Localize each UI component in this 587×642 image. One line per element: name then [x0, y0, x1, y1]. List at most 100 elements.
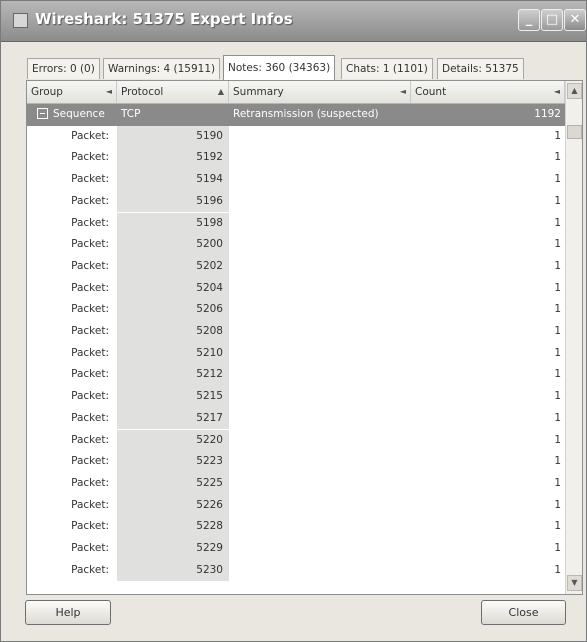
summary-cell — [229, 343, 411, 365]
table-row[interactable]: Packet: 5200 1 — [27, 234, 565, 256]
scroll-up-icon[interactable]: ▲ — [567, 83, 582, 99]
column-header-group[interactable]: Group ◄ — [27, 81, 117, 103]
summary-cell — [229, 256, 411, 278]
packet-label-cell: Packet: — [71, 194, 109, 207]
table-row[interactable]: Packet: 5198 1 — [27, 212, 565, 235]
table-row[interactable]: Packet: 5208 1 — [27, 321, 565, 343]
table-row[interactable]: Packet: 5225 1 — [27, 472, 565, 495]
summary-cell — [229, 364, 411, 386]
count-cell: 1 — [554, 303, 561, 316]
tab-notes[interactable]: Notes: 360 (34363) — [223, 55, 336, 80]
table-row[interactable]: Packet: 5220 1 — [27, 429, 565, 452]
table-row[interactable]: Packet: 5217 1 — [27, 407, 565, 430]
count-cell: 1 — [554, 216, 561, 229]
table-row[interactable]: Packet: 5202 1 — [27, 255, 565, 278]
tab-errors[interactable]: Errors: 0 (0) — [27, 58, 100, 79]
summary-cell — [229, 147, 411, 169]
packet-label-cell: Packet: — [71, 390, 109, 403]
count-cell: 1 — [554, 151, 561, 164]
packet-number-cell: 5226 — [117, 494, 229, 517]
summary-cell — [229, 451, 411, 473]
packet-label-cell: Packet: — [71, 520, 109, 533]
packet-number-cell: 5225 — [117, 472, 229, 495]
count-cell: 1 — [554, 411, 561, 424]
packet-label-cell: Packet: — [71, 281, 109, 294]
app-icon — [13, 13, 28, 28]
table-row[interactable]: Packet: 5223 1 — [27, 451, 565, 473]
packet-label-cell: Packet: — [71, 303, 109, 316]
count-cell: 1192 — [534, 108, 561, 120]
summary-cell — [229, 191, 411, 213]
packet-number-cell: 5206 — [117, 299, 229, 321]
packet-number-cell: 5200 — [117, 234, 229, 256]
minimize-button[interactable]: _ — [518, 9, 540, 31]
packet-label-cell: Packet: — [71, 563, 109, 576]
protocol-cell: TCP — [121, 108, 141, 120]
packet-number-cell: 5204 — [117, 277, 229, 300]
table-row[interactable]: Packet: 5194 1 — [27, 169, 565, 191]
count-cell: 1 — [554, 368, 561, 381]
packet-label-cell: Packet: — [71, 476, 109, 489]
packet-label-cell: Packet: — [71, 542, 109, 554]
table-row[interactable]: Packet: 5210 1 — [27, 342, 565, 365]
tab-details[interactable]: Details: 51375 — [437, 58, 524, 79]
count-cell: 1 — [554, 455, 561, 468]
table-row[interactable]: Packet: 5230 1 — [27, 559, 565, 582]
maximize-button[interactable]: □ — [541, 9, 563, 31]
table-row[interactable]: Packet: 5226 1 — [27, 494, 565, 517]
table-row[interactable]: Packet: 5204 1 — [27, 277, 565, 300]
count-cell: 1 — [554, 542, 561, 554]
table-row[interactable]: Packet: 5215 1 — [27, 386, 565, 408]
table-row[interactable]: Packet: 5212 1 — [27, 364, 565, 387]
summary-cell — [229, 126, 411, 148]
summary-cell: Retransmission (suspected) — [233, 108, 379, 120]
table-row[interactable]: Packet: 5206 1 — [27, 299, 565, 321]
table-row[interactable]: Packet: 5192 1 — [27, 147, 565, 170]
count-cell: 1 — [554, 390, 561, 403]
summary-cell — [229, 386, 411, 408]
count-cell: 1 — [554, 433, 561, 446]
summary-cell — [229, 538, 411, 560]
count-cell: 1 — [554, 259, 561, 272]
tab-chats[interactable]: Chats: 1 (1101) — [341, 58, 433, 79]
packet-number-cell: 5190 — [117, 125, 229, 148]
summary-cell — [229, 234, 411, 256]
packet-number-cell: 5217 — [117, 407, 229, 430]
packet-label-cell: Packet: — [71, 173, 109, 186]
count-cell: 1 — [554, 325, 561, 337]
table-body: Sequence TCP Retransmission (suspected) … — [27, 104, 565, 594]
packet-label-cell: Packet: — [71, 216, 109, 229]
count-cell: 1 — [554, 563, 561, 576]
packet-label-cell: Packet: — [71, 259, 109, 272]
vertical-scrollbar[interactable]: ▲ ▼ — [565, 81, 582, 594]
packet-number-cell: 5210 — [117, 342, 229, 365]
column-header-summary[interactable]: Summary ◄ — [229, 81, 411, 103]
column-header-count[interactable]: Count ◄ — [411, 81, 565, 103]
column-header-protocol[interactable]: Protocol ▲ — [117, 81, 229, 103]
packet-number-cell: 5228 — [117, 516, 229, 538]
summary-cell — [229, 321, 411, 343]
close-window-button[interactable]: ✕ — [564, 9, 586, 31]
table-row[interactable]: Packet: 5196 1 — [27, 190, 565, 213]
scroll-down-icon[interactable]: ▼ — [567, 575, 582, 591]
packet-number-cell: 5229 — [117, 538, 229, 560]
table-row-sequence[interactable]: Sequence TCP Retransmission (suspected) … — [27, 104, 565, 126]
packet-label-cell: Packet: — [71, 411, 109, 424]
count-cell: 1 — [554, 520, 561, 533]
collapse-icon[interactable] — [37, 107, 48, 119]
table-row[interactable]: Packet: 5229 1 — [27, 538, 565, 560]
close-button[interactable]: Close — [481, 600, 566, 625]
summary-cell — [229, 278, 411, 300]
count-cell: 1 — [554, 346, 561, 359]
table-row[interactable]: Packet: 5228 1 — [27, 516, 565, 538]
table-row[interactable]: Packet: 5190 1 — [27, 125, 565, 148]
tab-warnings[interactable]: Warnings: 4 (15911) — [103, 58, 221, 79]
scroll-thumb[interactable] — [567, 125, 582, 139]
summary-cell — [229, 430, 411, 452]
summary-cell — [229, 495, 411, 517]
help-button[interactable]: Help — [25, 600, 111, 625]
title-bar[interactable]: Wireshark: 51375 Expert Infos _ □ ✕ — [1, 1, 586, 42]
sort-left-icon: ◄ — [105, 87, 112, 96]
group-cell: Sequence — [27, 104, 117, 126]
packet-number-cell: 5208 — [117, 321, 229, 343]
